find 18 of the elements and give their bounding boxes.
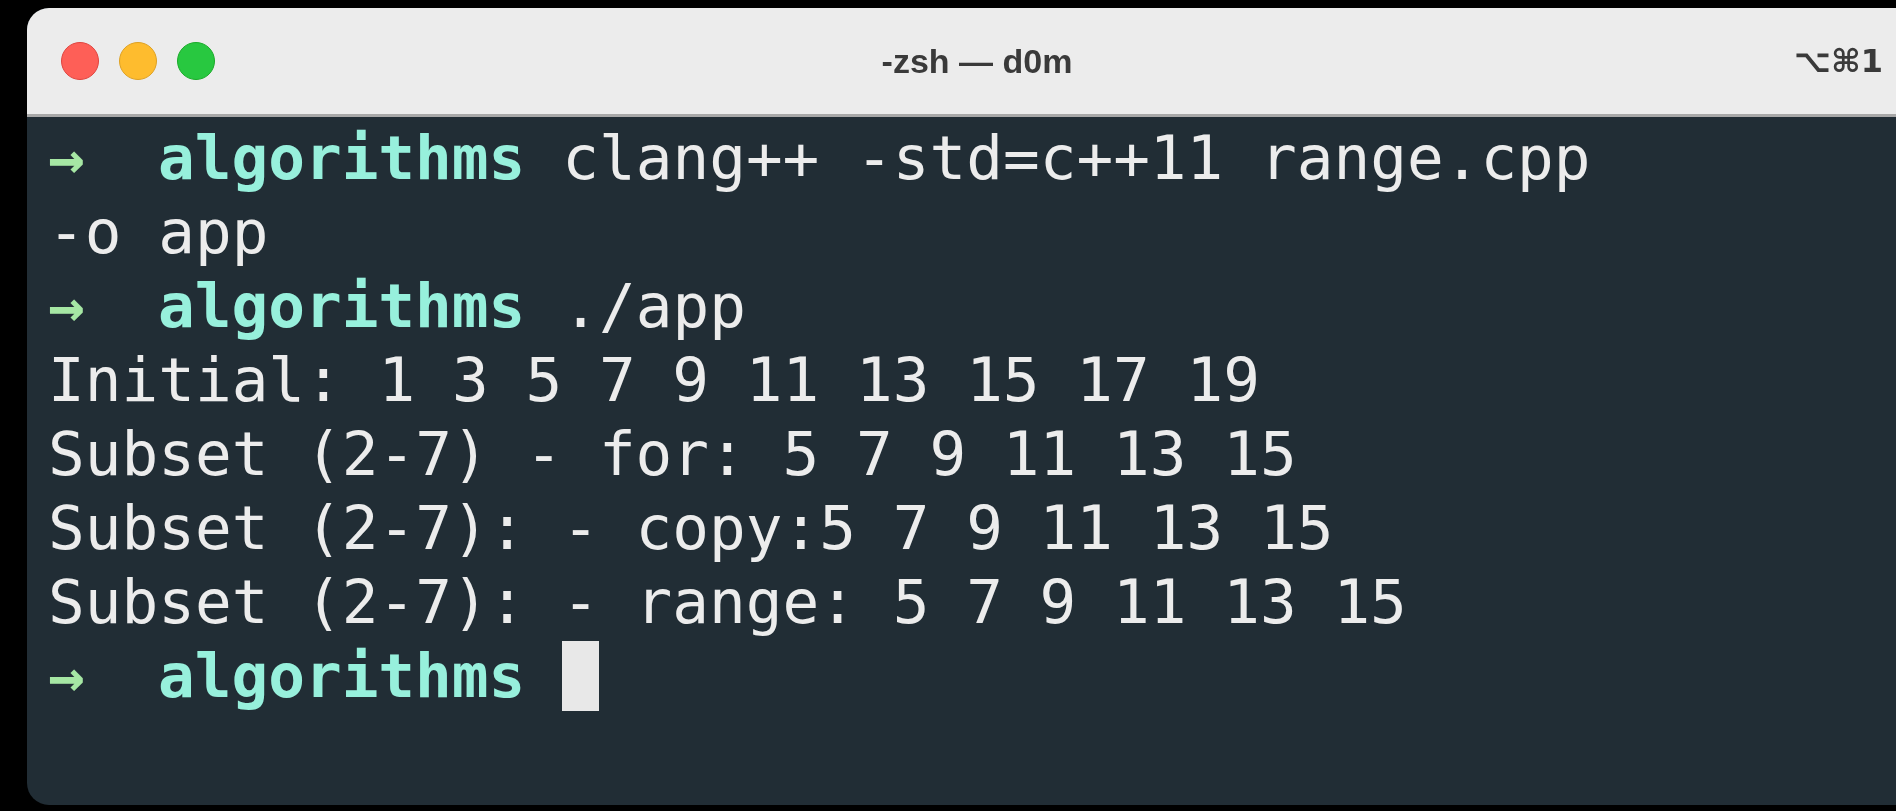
minimize-button[interactable] [119, 42, 157, 80]
output-text: -o app [48, 195, 269, 269]
output-text: Subset (2-7) - for: 5 7 9 11 13 15 [48, 417, 1297, 491]
output-text: Initial: 1 3 5 7 9 11 13 15 17 19 [48, 343, 1260, 417]
prompt-directory: algorithms [158, 269, 526, 343]
zoom-button[interactable] [177, 42, 215, 80]
command-text: ./app [562, 269, 746, 343]
prompt-arrow: → [48, 121, 86, 195]
keyboard-shortcut: ⌥⌘1 [1794, 42, 1883, 80]
window-title: -zsh — d0m [881, 41, 1073, 81]
prompt-arrow: → [48, 639, 86, 713]
output-text: Subset (2-7): - copy:5 7 9 11 13 15 [48, 491, 1334, 565]
prompt-directory: algorithms [158, 639, 526, 713]
close-button[interactable] [61, 42, 99, 80]
prompt-directory: algorithms [158, 121, 526, 195]
prompt-arrow: → [48, 269, 86, 343]
output-text: Subset (2-7): - range: 5 7 9 11 13 15 [48, 565, 1407, 639]
command-text: clang++ -std=c++11 range.cpp [562, 121, 1591, 195]
